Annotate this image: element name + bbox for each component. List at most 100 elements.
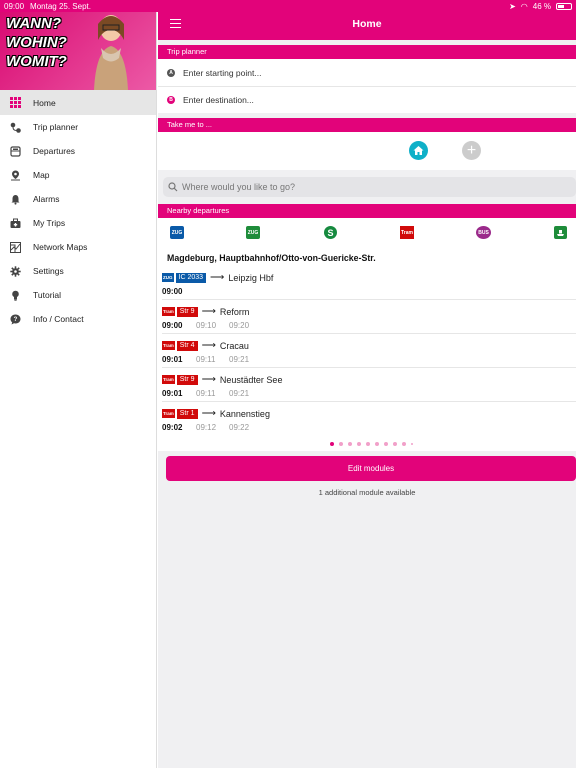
banner-slogan: WANN? WOHIN? WOMIT?	[6, 14, 67, 71]
departure-row[interactable]: ZUG IC 2033 ⟶ Leipzig Hbf 09:00	[162, 266, 576, 300]
tram-icon: Tram	[162, 409, 175, 418]
sidebar-item-label: Departures	[33, 146, 76, 156]
tram-icon: Tram	[162, 375, 175, 384]
page-dot[interactable]	[329, 441, 334, 446]
home-icon	[413, 146, 424, 155]
nearby-departures-header: Nearby departures	[158, 204, 576, 218]
sidebar-item-label: Home	[33, 97, 56, 108]
starting-point-field[interactable]: A Enter starting point...	[158, 59, 576, 86]
s-bahn-mode-icon[interactable]: S	[324, 226, 337, 239]
sidebar-item-home[interactable]: Home	[0, 90, 156, 115]
add-favorite-button[interactable]: +	[462, 141, 481, 160]
trip-planner-card: A Enter starting point... B Enter destin…	[158, 59, 576, 113]
sidebar-item-label: Trip planner	[33, 122, 79, 132]
page-dot[interactable]	[392, 441, 397, 446]
departure-row[interactable]: Tram Str 9 ⟶ Reform 09:00 09:10 09:20	[162, 300, 576, 334]
sidebar-item-network-maps[interactable]: Network Maps	[0, 235, 156, 259]
sidebar-item-label: Info / Contact	[33, 314, 84, 324]
page-dot[interactable]	[401, 441, 406, 446]
banner-line-1: WANN?	[6, 15, 61, 32]
next-departure-time: 09:11	[196, 355, 216, 364]
tram-icon: Tram	[162, 341, 175, 350]
zug-mode-icon[interactable]: ZUG	[170, 226, 184, 239]
sidebar-item-settings[interactable]: Settings	[0, 259, 156, 283]
next-departure-time: 09:20	[229, 321, 250, 330]
departures-icon	[10, 145, 21, 157]
sidebar-item-label: Settings	[33, 266, 64, 276]
next-departure-time: 09:21	[229, 355, 250, 364]
page-indicator[interactable]	[158, 436, 576, 451]
regional-train-mode-icon[interactable]: ZUG	[246, 226, 260, 239]
sidebar-item-alarms[interactable]: Alarms	[0, 187, 156, 211]
plus-icon: +	[466, 142, 477, 159]
grid-icon	[10, 97, 21, 108]
wifi-icon: ◠	[520, 1, 528, 11]
arrow-right-icon: ⟶	[201, 408, 216, 419]
status-time: 09:00	[4, 1, 25, 11]
promo-banner[interactable]: WANN? WOHIN? WOMIT?	[0, 0, 156, 90]
favorites-row: +	[158, 132, 576, 170]
sidebar-item-departures[interactable]: Departures	[0, 139, 156, 163]
search-placeholder: Where would you like to go?	[182, 182, 296, 192]
sidebar: WANN? WOHIN? WOMIT? Home Trip planner De…	[0, 0, 157, 768]
tram-icon: Tram	[162, 307, 175, 316]
line-badge: Str 4	[176, 340, 198, 351]
arrow-right-icon: ⟶	[201, 340, 216, 351]
page-dot[interactable]	[383, 441, 388, 446]
home-favorite-button[interactable]	[409, 141, 428, 160]
departure-row[interactable]: Tram Str 1 ⟶ Kannenstieg 09:02 09:12 09:…	[162, 402, 576, 436]
departure-destination: Leipzig Hbf	[228, 272, 274, 283]
sidebar-nav: Home Trip planner Departures Map Alarms	[0, 90, 156, 331]
destination-placeholder: Enter destination...	[183, 95, 254, 105]
edit-modules-button[interactable]: Edit modules	[166, 456, 576, 481]
tram-mode-icon[interactable]: Tram	[400, 226, 414, 239]
map-pin-icon	[10, 170, 21, 181]
sidebar-item-my-trips[interactable]: My Trips	[0, 211, 156, 235]
banner-line-2: WOHIN?	[6, 34, 67, 51]
page-dot[interactable]	[410, 442, 413, 445]
line-badge: Str 1	[176, 408, 198, 419]
network-map-icon	[10, 241, 21, 253]
next-departure-time: 09:22	[229, 423, 250, 432]
search-input[interactable]: Where would you like to go?	[163, 177, 576, 197]
stop-name[interactable]: Magdeburg, Hauptbahnhof/Otto-von-Guerick…	[158, 244, 576, 266]
woman-illustration	[94, 15, 128, 90]
departure-destination: Neustädter See	[219, 374, 283, 385]
departure-row[interactable]: Tram Str 4 ⟶ Cracau 09:01 09:11 09:21	[162, 334, 576, 368]
battery-percent: 46 %	[532, 1, 551, 11]
page-dot[interactable]	[374, 441, 379, 446]
page-dot[interactable]	[338, 441, 343, 446]
banner-line-3: WOMIT?	[6, 53, 67, 70]
bus-mode-icon[interactable]: BUS	[476, 226, 491, 239]
arrow-right-icon: ⟶	[201, 306, 216, 317]
departure-row[interactable]: Tram Str 9 ⟶ Neustädter See 09:01 09:11 …	[162, 368, 576, 402]
ferry-mode-icon[interactable]	[554, 226, 567, 239]
status-date: Montag 25. Sept.	[30, 1, 91, 11]
gear-icon	[10, 265, 21, 277]
sidebar-item-map[interactable]: Map	[0, 163, 156, 187]
arrow-right-icon: ⟶	[201, 374, 216, 385]
departure-time: 09:00	[162, 287, 183, 296]
sidebar-item-label: Map	[33, 170, 50, 180]
destination-marker-icon: B	[167, 96, 175, 104]
line-badge: Str 9	[176, 306, 198, 317]
line-badge: IC 2033	[175, 272, 207, 283]
next-departure-time: 09:12	[196, 423, 217, 432]
next-departure-time: 09:10	[196, 321, 217, 330]
start-marker-icon: A	[167, 68, 175, 77]
next-departure-time: 09:11	[196, 389, 216, 398]
page-dot[interactable]	[365, 441, 370, 446]
departure-time: 09:00	[162, 321, 183, 330]
sidebar-item-tutorial[interactable]: Tutorial	[0, 283, 156, 307]
page-dot[interactable]	[347, 441, 352, 446]
sidebar-item-info-contact[interactable]: ? Info / Contact	[0, 307, 156, 331]
sidebar-item-trip-planner[interactable]: Trip planner	[0, 115, 156, 139]
destination-field[interactable]: B Enter destination...	[158, 86, 576, 113]
page-dot[interactable]	[356, 441, 361, 446]
nearby-departures-card: ZUG ZUG S Tram BUS Magdeburg, Hauptbahnh…	[158, 218, 576, 451]
transport-mode-filter: ZUG ZUG S Tram BUS	[158, 218, 576, 244]
help-icon: ?	[10, 314, 21, 325]
sidebar-item-label: Tutorial	[33, 290, 62, 300]
lightbulb-icon	[10, 290, 21, 301]
route-icon	[10, 122, 21, 133]
